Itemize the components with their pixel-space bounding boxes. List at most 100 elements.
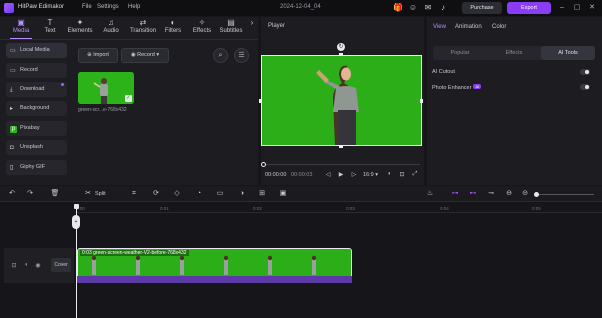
menu-help[interactable]: Help [128, 4, 140, 10]
tab-audio-label: Audio [103, 28, 119, 34]
sort-icon[interactable]: ☰ [234, 48, 249, 63]
delete-icon[interactable]: 🗑 [49, 188, 61, 200]
rotate-handle-icon[interactable]: ↻ [337, 43, 345, 51]
zoom-out-icon[interactable]: ⊖ [503, 188, 515, 200]
record-button[interactable]: ◉ Record ▾ [121, 48, 169, 63]
ai-cutout-label: AI Cutout [432, 69, 455, 75]
tab-subtitles[interactable]: ▤ Subtitles [217, 17, 245, 39]
more-tabs-icon[interactable]: › [246, 17, 258, 39]
minimize-icon[interactable]: – [556, 2, 568, 14]
speed-icon[interactable]: ◔ [193, 188, 205, 200]
sidebar-item-background[interactable]: ▸ Background [6, 101, 67, 116]
folder-icon: ▭ [10, 48, 16, 54]
resize-handle[interactable] [339, 145, 343, 148]
sidebar-item-unsplash[interactable]: ◘ Unsplash [6, 140, 67, 155]
fullscreen-icon[interactable]: ⤢ [411, 171, 419, 178]
photo-enhancer-label: Photo Enhancer AI [432, 84, 482, 91]
snapshot-icon[interactable]: ⊡ [398, 171, 406, 178]
sidebar-item-pixabay[interactable]: p Pixabay [6, 121, 67, 136]
tab-audio[interactable]: ♫ Audio [98, 17, 124, 39]
media-thumbnail-label: green-scr...e-768x432 [78, 107, 127, 113]
search-icon[interactable]: ⌕ [213, 48, 228, 63]
user-icon[interactable]: ☺ [408, 3, 418, 13]
aspect-ratio-select[interactable]: 16:9 ▾ [363, 172, 378, 178]
mute-icon[interactable]: ◖ [22, 262, 30, 268]
export-button[interactable]: Export [507, 2, 551, 14]
segment-effects[interactable]: Effects [487, 46, 541, 60]
divider [0, 39, 258, 40]
play-icon[interactable]: ▶ [337, 171, 345, 178]
playback-scrubber[interactable] [263, 164, 420, 165]
menu-settings[interactable]: Settings [97, 4, 119, 10]
media-thumbnail[interactable]: ✓ [78, 72, 134, 104]
magnet-icon[interactable]: ⊸ [485, 188, 497, 200]
import-button[interactable]: ⊕ Import [78, 48, 118, 63]
preview-screen[interactable] [261, 55, 422, 146]
checkmark-icon[interactable]: ✓ [125, 95, 132, 102]
volume-icon[interactable]: ◖ [385, 171, 393, 177]
tab-subtitles-label: Subtitles [219, 28, 243, 34]
notification-icon[interactable]: ♪ [438, 3, 448, 13]
next-frame-icon[interactable]: ▷ [350, 171, 358, 178]
ai-badge: AI [473, 84, 482, 89]
chevron-down-icon: ▾ [154, 52, 160, 58]
tab-elements-label: Elements [67, 28, 93, 34]
crop-icon[interactable]: ⌗ [128, 188, 140, 200]
ai-cutout-toggle[interactable] [580, 69, 590, 75]
sidebar-item-giphy[interactable]: ▯ Giphy GIF [6, 160, 67, 175]
photo-enhancer-toggle[interactable] [580, 84, 590, 90]
menu-file[interactable]: File [82, 4, 92, 10]
microphone-icon[interactable]: ♨ [424, 188, 436, 200]
snap-icon[interactable]: ⊷ [467, 188, 479, 200]
lock-icon[interactable]: ⊡ [10, 262, 18, 269]
zoom-slider[interactable] [536, 194, 594, 195]
tab-text[interactable]: T Text [37, 17, 63, 39]
add-marker-icon[interactable]: + [72, 215, 80, 229]
sidebar-item-label: Local Media [20, 47, 50, 53]
visibility-icon[interactable]: ◉ [34, 262, 42, 269]
tab-elements[interactable]: ✦ Elements [67, 17, 93, 39]
mask-icon[interactable]: ◇ [171, 188, 183, 200]
screenshot-icon[interactable]: ▣ [277, 188, 289, 200]
tab-effects[interactable]: ✧ Effects [188, 17, 216, 39]
tab-media[interactable]: ▣ Media [8, 17, 34, 39]
segment-ai-tools[interactable]: AI Tools [541, 46, 595, 60]
tab-transition[interactable]: ⇄ Transition [128, 17, 158, 39]
resize-handle[interactable] [259, 99, 262, 103]
link-icon[interactable]: ⊶ [449, 188, 461, 200]
tab-animation[interactable]: Animation [455, 24, 482, 30]
undo-icon[interactable]: ↶ [6, 188, 18, 200]
prev-frame-icon[interactable]: ◁ [324, 171, 332, 178]
zoom-minus-icon[interactable]: ⊝ [519, 188, 531, 200]
purchase-button[interactable]: Purchase [462, 2, 502, 14]
split-icon[interactable]: ✂ [82, 188, 94, 200]
download-icon: ⤓ [10, 87, 13, 93]
app-name: HitPaw Edimakor [18, 4, 65, 10]
zoom-slider-knob[interactable] [534, 192, 539, 197]
resize-handle[interactable] [339, 53, 343, 56]
tab-filters[interactable]: ◐ Filters [160, 17, 186, 39]
player-title: Player [268, 23, 286, 29]
gift-icon[interactable]: 🎁 [393, 3, 403, 13]
sidebar-item-local-media[interactable]: ▭ Local Media [6, 43, 67, 58]
tab-view[interactable]: View [433, 24, 446, 30]
freeze-icon[interactable]: ▭ [214, 188, 226, 200]
color-match-icon[interactable]: ◑ [236, 188, 248, 200]
playhead-handle[interactable] [74, 204, 79, 209]
scrubber-knob[interactable] [261, 162, 266, 167]
media-icon: ▣ [17, 18, 25, 27]
segment-popular[interactable]: Popular [433, 46, 487, 60]
redo-icon[interactable]: ↷ [24, 188, 36, 200]
properties-panel [427, 17, 602, 185]
flip-icon[interactable]: ⟳ [150, 188, 162, 200]
clip-label: 0:03 green-screen-weather-V2-before-768x… [80, 250, 189, 256]
resize-handle[interactable] [420, 99, 423, 103]
feedback-icon[interactable]: ✉ [423, 3, 433, 13]
sidebar-item-download[interactable]: ⤓ Download [6, 82, 67, 97]
cover-button[interactable]: Cover [51, 258, 71, 272]
sidebar-item-record[interactable]: ▭ Record [6, 63, 67, 78]
tab-color[interactable]: Color [492, 24, 506, 30]
close-icon[interactable]: ✕ [586, 2, 598, 14]
maximize-icon[interactable]: ▢ [571, 2, 583, 14]
ai-detect-icon[interactable]: ⊞ [256, 188, 268, 200]
